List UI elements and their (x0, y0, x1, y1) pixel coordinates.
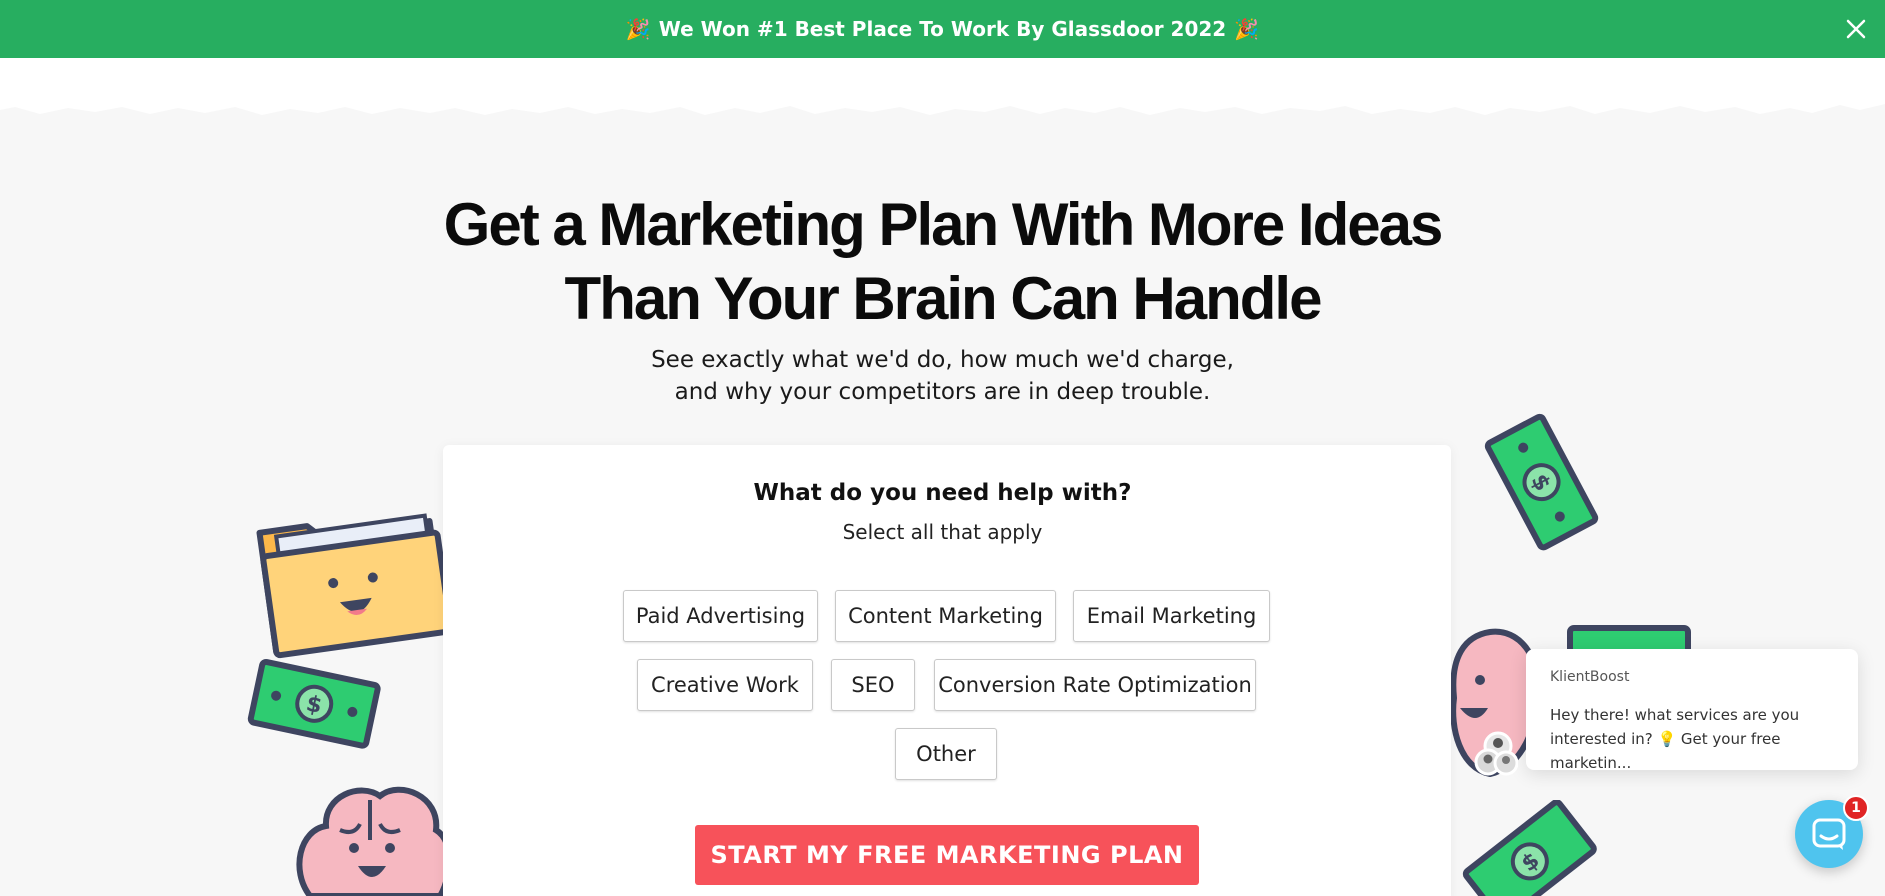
option-conversion-rate-optimization[interactable]: Conversion Rate Optimization (934, 659, 1256, 711)
chat-message-line-2: interested in? 💡 Get your free marketin.… (1550, 730, 1781, 772)
chat-sender: KlientBoost (1550, 669, 1630, 685)
chat-preview[interactable]: KlientBoost Hey there! what services are… (1526, 649, 1858, 772)
brain-character-icon (290, 770, 453, 896)
subtitle-line-1: See exactly what we'd do, how much we'd … (651, 347, 1234, 373)
option-creative-work[interactable]: Creative Work (637, 659, 813, 711)
torn-paper-header (0, 58, 1885, 128)
form-hint: Select all that apply (842, 520, 1043, 544)
option-email-marketing[interactable]: Email Marketing (1073, 590, 1270, 642)
option-content-marketing[interactable]: Content Marketing (835, 590, 1056, 642)
headline-line-1: Get a Marketing Plan With More Ideas (443, 191, 1444, 258)
start-free-marketing-plan-button[interactable]: START MY FREE MARKETING PLAN (695, 825, 1199, 885)
form-question: What do you need help with? (753, 480, 1132, 506)
subtitle-line-2: and why your competitors are in deep tro… (674, 379, 1211, 405)
unread-badge: 1 (1843, 795, 1869, 821)
option-seo[interactable]: SEO (831, 659, 915, 711)
headline-line-2: Than Your Brain Can Handle (564, 265, 1323, 332)
party-popper-icon: 🎉 (625, 17, 651, 41)
page-subtitle: See exactly what we'd do, how much we'd … (0, 344, 1885, 408)
announcement-banner: 🎉 We Won #1 Best Place To Work By Glassd… (0, 0, 1885, 58)
chat-message: Hey there! what services are you interes… (1550, 703, 1834, 775)
page-title: Get a Marketing Plan With More Ideas Tha… (0, 188, 1885, 336)
party-popper-icon: 🎉 (1234, 17, 1260, 41)
avatar (1474, 730, 1519, 776)
chat-message-line-1: Hey there! what services are you (1550, 706, 1800, 724)
banner-text: We Won #1 Best Place To Work By Glassdoo… (658, 17, 1227, 41)
option-other[interactable]: Other (895, 728, 997, 780)
close-icon[interactable] (1841, 14, 1871, 44)
option-paid-advertising[interactable]: Paid Advertising (623, 590, 818, 642)
money-bill-icon: $ (245, 655, 385, 759)
money-bill-icon: $ (1460, 799, 1600, 896)
